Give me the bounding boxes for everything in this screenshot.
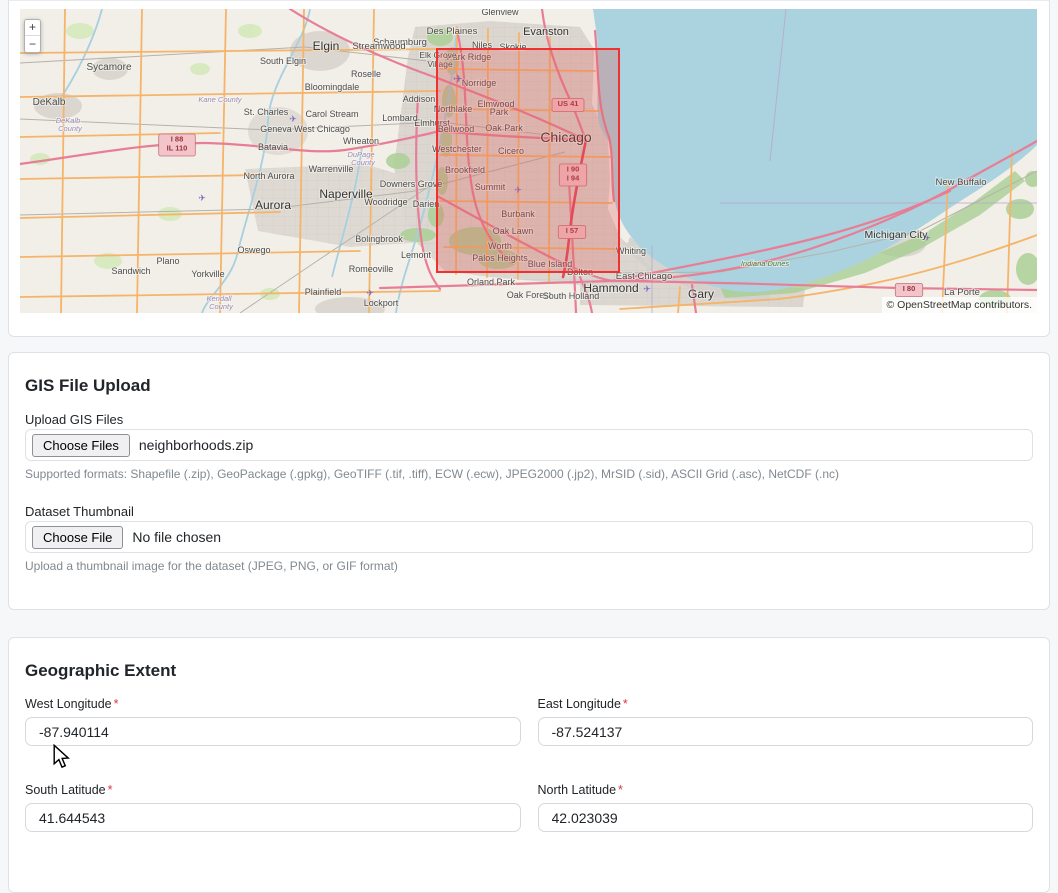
west-longitude-label: West Longitude* xyxy=(25,696,521,712)
map-canvas[interactable]: ✈✈✈✈✈✈✈ I 88IL 110US 41I 90I 94I 57I 80 … xyxy=(20,9,1037,313)
north-latitude-input[interactable] xyxy=(538,803,1034,832)
svg-text:Aurora: Aurora xyxy=(255,198,291,212)
east-longitude-input[interactable] xyxy=(538,717,1034,746)
svg-text:County: County xyxy=(351,158,376,167)
required-asterisk: * xyxy=(108,783,113,797)
svg-text:Downers Grove: Downers Grove xyxy=(380,179,443,189)
gis-files-filename: neighborhoods.zip xyxy=(139,437,253,453)
svg-text:Streamwood: Streamwood xyxy=(352,41,405,52)
gis-file-upload-section: GIS File Upload Upload GIS Files Choose … xyxy=(8,352,1050,610)
svg-text:Elgin: Elgin xyxy=(313,39,340,53)
svg-text:Plano: Plano xyxy=(156,256,179,266)
svg-text:Lemont: Lemont xyxy=(401,250,432,260)
svg-text:Kane County: Kane County xyxy=(198,95,243,104)
supported-formats-hint: Supported formats: Shapefile (.zip), Geo… xyxy=(25,467,1033,482)
svg-text:Darien: Darien xyxy=(413,199,440,209)
svg-text:Bolingbrook: Bolingbrook xyxy=(355,234,403,244)
svg-text:Oswego: Oswego xyxy=(237,245,270,255)
thumbnail-file-input[interactable]: Choose File No file chosen xyxy=(25,521,1033,553)
page: { "map": { "zoom_in_label": "+", "zoom_o… xyxy=(0,0,1058,836)
svg-text:Evanston: Evanston xyxy=(523,26,569,38)
svg-text:Lockport: Lockport xyxy=(364,298,399,308)
west-longitude-field: West Longitude* xyxy=(25,696,521,746)
svg-text:County: County xyxy=(58,124,83,133)
svg-text:Warrenville: Warrenville xyxy=(309,164,354,174)
map[interactable]: ✈✈✈✈✈✈✈ I 88IL 110US 41I 90I 94I 57I 80 … xyxy=(20,9,1037,313)
svg-text:Yorkville: Yorkville xyxy=(191,269,224,279)
map-zoom-control: + − xyxy=(24,19,41,53)
map-section: ✈✈✈✈✈✈✈ I 88IL 110US 41I 90I 94I 57I 80 … xyxy=(8,0,1050,337)
gis-files-file-input[interactable]: Choose Files neighborhoods.zip xyxy=(25,429,1033,461)
svg-text:Addison: Addison xyxy=(403,94,436,104)
svg-text:Glenview: Glenview xyxy=(481,9,519,17)
svg-text:✈: ✈ xyxy=(198,193,206,203)
svg-text:✈: ✈ xyxy=(366,288,374,298)
svg-text:Lombard: Lombard xyxy=(382,113,418,123)
svg-text:DeKalb: DeKalb xyxy=(33,97,66,108)
svg-text:Bloomingdale: Bloomingdale xyxy=(305,82,360,92)
svg-text:St. Charles: St. Charles xyxy=(244,107,289,117)
svg-text:Des Plaines: Des Plaines xyxy=(427,26,478,37)
svg-text:Whiting: Whiting xyxy=(616,246,646,256)
map-attribution: © OpenStreetMap contributors. xyxy=(882,297,1037,313)
svg-text:Orland Park: Orland Park xyxy=(467,277,516,287)
choose-file-button[interactable]: Choose File xyxy=(32,526,123,549)
north-latitude-field: North Latitude* xyxy=(538,782,1034,832)
svg-text:Sycamore: Sycamore xyxy=(86,62,131,73)
svg-text:Roselle: Roselle xyxy=(351,69,381,79)
east-longitude-label: East Longitude* xyxy=(538,696,1034,712)
geographic-extent-title: Geographic Extent xyxy=(25,660,1033,681)
south-latitude-label: South Latitude* xyxy=(25,782,521,798)
svg-text:Carol Stream: Carol Stream xyxy=(305,109,358,119)
required-asterisk: * xyxy=(618,783,623,797)
svg-text:Sandwich: Sandwich xyxy=(111,266,150,276)
map-zoom-out-button[interactable]: − xyxy=(25,36,40,52)
choose-files-button[interactable]: Choose Files xyxy=(32,434,130,457)
map-selection-rectangle[interactable] xyxy=(437,49,619,272)
extent-fields-grid: West Longitude* East Longitude* South La… xyxy=(25,696,1033,832)
west-longitude-input[interactable] xyxy=(25,717,521,746)
svg-text:IL 110: IL 110 xyxy=(167,144,188,153)
svg-text:South Elgin: South Elgin xyxy=(260,56,306,66)
svg-text:Gary: Gary xyxy=(688,287,714,301)
svg-text:West Chicago: West Chicago xyxy=(294,124,350,134)
svg-text:Geneva: Geneva xyxy=(260,124,292,134)
svg-text:✈: ✈ xyxy=(289,114,297,124)
dataset-thumbnail-label: Dataset Thumbnail xyxy=(25,504,1033,520)
svg-text:I 80: I 80 xyxy=(903,284,916,293)
upload-gis-files-label: Upload GIS Files xyxy=(25,412,1033,428)
svg-text:Indiana Dunes: Indiana Dunes xyxy=(741,259,790,268)
svg-text:Michigan City: Michigan City xyxy=(864,229,928,241)
map-zoom-in-button[interactable]: + xyxy=(25,20,40,36)
north-latitude-label: North Latitude* xyxy=(538,782,1034,798)
svg-text:County: County xyxy=(209,302,234,311)
geographic-extent-section: Geographic Extent West Longitude* East L… xyxy=(8,637,1050,893)
south-latitude-field: South Latitude* xyxy=(25,782,521,832)
svg-text:✈: ✈ xyxy=(643,284,651,294)
thumbnail-filename: No file chosen xyxy=(132,529,221,545)
required-asterisk: * xyxy=(114,697,119,711)
svg-text:I 88: I 88 xyxy=(171,135,184,144)
svg-text:Woodridge: Woodridge xyxy=(364,197,407,207)
svg-text:Batavia: Batavia xyxy=(258,142,288,152)
thumbnail-hint: Upload a thumbnail image for the dataset… xyxy=(25,559,1033,574)
svg-text:Romeoville: Romeoville xyxy=(349,264,394,274)
svg-text:Plainfield: Plainfield xyxy=(305,287,342,297)
east-longitude-field: East Longitude* xyxy=(538,696,1034,746)
svg-text:Hammond: Hammond xyxy=(583,281,638,295)
svg-text:Wheaton: Wheaton xyxy=(343,136,379,146)
south-latitude-input[interactable] xyxy=(25,803,521,832)
required-asterisk: * xyxy=(623,697,628,711)
gis-upload-title: GIS File Upload xyxy=(25,375,1033,396)
svg-text:North Aurora: North Aurora xyxy=(243,171,294,181)
svg-text:New Buffalo: New Buffalo xyxy=(935,177,986,188)
